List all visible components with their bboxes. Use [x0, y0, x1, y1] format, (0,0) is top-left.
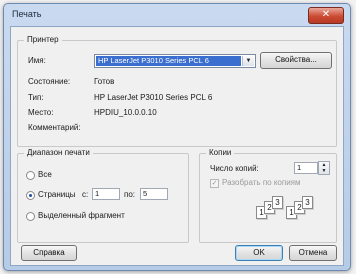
status-label: Состояние:: [28, 77, 71, 86]
range-all-label[interactable]: Все: [38, 170, 52, 179]
location-value: HPDIU_10.0.0.10: [94, 108, 157, 117]
copies-count-label: Число копий:: [210, 164, 259, 173]
chevron-down-icon[interactable]: ▼: [242, 56, 254, 66]
type-label: Тип:: [28, 93, 44, 102]
cancel-button[interactable]: Отмена: [289, 245, 337, 261]
printer-name-select[interactable]: HP LaserJet P3010 Series PCL 6 ▼: [94, 54, 256, 68]
printer-name-label: Имя:: [28, 56, 46, 65]
page-from-input[interactable]: 1: [92, 188, 120, 200]
copies-group-title: Копии: [206, 148, 235, 157]
print-dialog: Печать ✕ Принтер Имя: HP LaserJet P3010 …: [3, 3, 351, 271]
range-pages-label[interactable]: Страницы: [38, 190, 76, 199]
printer-group-title: Принтер: [24, 35, 62, 44]
collate-sheet: 3: [302, 196, 313, 209]
spin-down-icon[interactable]: ▼: [322, 168, 327, 174]
range-all-radio[interactable]: [26, 171, 35, 180]
page-from-label: с:: [82, 190, 89, 199]
copies-count-input[interactable]: 1: [294, 162, 318, 174]
range-selection-radio[interactable]: [26, 212, 35, 221]
dialog-title: Печать: [12, 9, 42, 19]
location-label: Место:: [28, 108, 54, 117]
copies-spinner[interactable]: ▲ ▼: [318, 161, 330, 175]
range-pages-radio[interactable]: [26, 191, 35, 200]
status-value: Готов: [94, 77, 115, 86]
page-to-label: по:: [124, 190, 136, 199]
properties-button[interactable]: Свойства...: [260, 52, 332, 69]
help-button[interactable]: Справка: [21, 245, 77, 261]
collate-checkbox[interactable]: ✓: [210, 179, 219, 188]
ok-button[interactable]: OK: [235, 245, 283, 261]
type-value: HP LaserJet P3010 Series PCL 6: [94, 93, 213, 102]
printer-name-value: HP LaserJet P3010 Series PCL 6: [96, 56, 241, 66]
print-range-group: Диапазон печати Все Страницы с: 1 по: 5 …: [17, 148, 189, 243]
range-selection-label[interactable]: Выделенный фрагмент: [38, 211, 125, 220]
checkmark-icon: ✓: [211, 180, 218, 187]
collate-label: Разобрать по копиям: [222, 178, 301, 187]
title-bar[interactable]: Печать ✕: [4, 4, 350, 26]
printer-group: Принтер Имя: HP LaserJet P3010 Series PC…: [17, 35, 337, 147]
collate-sheet: 3: [272, 196, 283, 209]
comment-label: Комментарий:: [28, 123, 81, 132]
page-to-input[interactable]: 5: [140, 188, 168, 200]
close-button[interactable]: ✕: [308, 7, 344, 24]
print-range-group-title: Диапазон печати: [24, 148, 93, 157]
copies-group: Копии Число копий: 1 ▲ ▼ ✓ Разобрать по …: [199, 148, 337, 243]
close-icon: ✕: [321, 9, 331, 20]
dialog-body: Принтер Имя: HP LaserJet P3010 Series PC…: [10, 26, 344, 266]
